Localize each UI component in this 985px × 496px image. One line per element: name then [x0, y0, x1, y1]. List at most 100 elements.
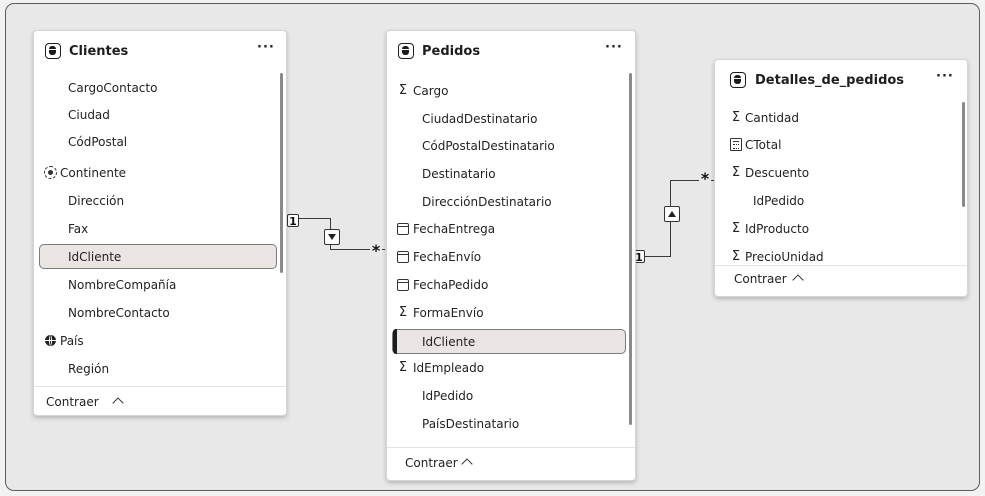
- field-row[interactable]: Continente: [38, 161, 276, 186]
- card-header[interactable]: Clientes ···: [34, 31, 286, 71]
- field-label: FechaPedido: [413, 278, 489, 292]
- field-row-selected[interactable]: IdCliente: [39, 244, 277, 269]
- field-label: FechaEnvío: [413, 250, 482, 264]
- field-label: Descuento: [745, 166, 810, 180]
- field-label: CTotal: [745, 138, 782, 152]
- field-row[interactable]: Fax: [38, 217, 276, 242]
- field-row[interactable]: FechaPedido: [391, 273, 625, 298]
- table-card-clientes[interactable]: Clientes ··· CargoContacto Ciudad CódPos…: [33, 30, 287, 416]
- card-header[interactable]: Detalles_de_pedidos ···: [715, 60, 967, 100]
- cardinality-many-badge: *: [370, 241, 382, 260]
- field-row[interactable]: Σ Cargo: [391, 79, 625, 104]
- field-row[interactable]: País: [38, 329, 276, 354]
- field-row[interactable]: NombreCompañía: [38, 273, 276, 298]
- more-options-icon[interactable]: ···: [605, 40, 623, 55]
- field-label: Ciudad: [68, 108, 110, 122]
- sum-icon: Σ: [731, 165, 741, 180]
- field-row[interactable]: Dirección: [38, 189, 276, 214]
- field-row[interactable]: Σ IdProducto: [719, 217, 957, 242]
- card-header[interactable]: Pedidos ···: [387, 31, 635, 71]
- table-icon: [398, 43, 414, 59]
- field-label: Cargo: [413, 84, 449, 98]
- collapse-button[interactable]: Contraer: [715, 265, 967, 296]
- table-card-pedidos[interactable]: Pedidos ··· Σ Cargo CiudadDestinatario Có…: [386, 30, 636, 481]
- field-row[interactable]: CargoContacto: [38, 76, 276, 101]
- field-row[interactable]: Σ Descuento: [719, 161, 957, 186]
- calendar-icon: [396, 221, 410, 237]
- scrollbar[interactable]: [280, 73, 283, 273]
- chevron-up-icon: [792, 274, 804, 286]
- field-row[interactable]: Σ Cantidad: [719, 106, 957, 131]
- field-label: CódPostal: [68, 135, 128, 149]
- field-row[interactable]: DirecciónDestinatario: [391, 190, 625, 215]
- more-options-icon[interactable]: ···: [936, 69, 954, 84]
- field-label: PrecioUnidad: [745, 250, 824, 263]
- table-icon: [45, 43, 61, 59]
- table-title: Pedidos: [422, 44, 481, 59]
- field-row[interactable]: FechaEntrega: [391, 217, 625, 242]
- field-row[interactable]: Región: [38, 357, 276, 382]
- chevron-up-icon: [112, 397, 124, 409]
- calendar-icon: [396, 277, 410, 293]
- field-row[interactable]: CódPostalDestinatario: [391, 134, 625, 159]
- field-label: País: [60, 334, 84, 348]
- field-label: CódPostalDestinatario: [422, 139, 555, 153]
- hierarchy-icon: [43, 165, 57, 181]
- calculated-column-icon: [729, 137, 743, 153]
- collapse-button[interactable]: Contraer: [387, 447, 635, 478]
- chevron-up-icon: [461, 458, 473, 470]
- more-options-icon[interactable]: ···: [257, 40, 275, 55]
- field-row[interactable]: Σ PrecioUnidad: [719, 245, 957, 263]
- field-label: NombreCompañía: [68, 278, 177, 292]
- field-row[interactable]: IdPedido: [719, 189, 957, 214]
- field-label: CargoContacto: [68, 81, 158, 95]
- scrollbar[interactable]: [962, 102, 965, 207]
- cardinality-many-badge: *: [699, 169, 711, 188]
- field-label: IdCliente: [68, 250, 122, 264]
- field-label: IdPedido: [422, 389, 474, 403]
- field-label: Dirección: [68, 194, 125, 208]
- field-label: Región: [68, 362, 110, 376]
- table-title: Detalles_de_pedidos: [755, 73, 905, 88]
- field-row[interactable]: CTotal: [719, 133, 957, 158]
- field-row[interactable]: NombreContacto: [38, 301, 276, 326]
- field-row[interactable]: CiudadDestinatario: [391, 107, 625, 132]
- table-card-detalles-de-pedidos[interactable]: Detalles_de_pedidos ··· Σ Cantidad CTotal…: [714, 59, 968, 297]
- scrollbar[interactable]: [629, 73, 632, 425]
- field-row-selected[interactable]: IdCliente: [392, 329, 626, 354]
- sum-icon: Σ: [731, 110, 741, 125]
- table-icon: [730, 72, 746, 88]
- sum-icon: Σ: [398, 305, 408, 320]
- sum-icon: Σ: [398, 360, 408, 375]
- field-label: CiudadDestinatario: [422, 112, 538, 126]
- field-label: FechaEntrega: [413, 222, 496, 236]
- field-row[interactable]: PaísDestinatario: [391, 412, 625, 437]
- field-row[interactable]: Σ IdEmpleado: [391, 356, 625, 381]
- filter-direction-up-icon[interactable]: [664, 206, 680, 222]
- field-label: IdCliente: [422, 335, 476, 349]
- collapse-button[interactable]: Contraer: [34, 386, 286, 417]
- sum-icon: Σ: [731, 249, 741, 263]
- field-label: IdProducto: [745, 222, 810, 236]
- calendar-icon: [396, 249, 410, 265]
- filter-direction-down-icon[interactable]: [324, 229, 340, 245]
- table-title: Clientes: [69, 44, 129, 59]
- field-row[interactable]: CódPostal: [38, 130, 276, 155]
- field-row[interactable]: IdPedido: [391, 384, 625, 409]
- sum-icon: Σ: [398, 83, 408, 98]
- field-label: PaísDestinatario: [422, 417, 520, 431]
- field-label: NombreContacto: [68, 306, 170, 320]
- field-label: IdPedido: [753, 194, 805, 208]
- field-row[interactable]: Σ FormaEnvío: [391, 301, 625, 326]
- field-row[interactable]: FechaEnvío: [391, 245, 625, 270]
- sum-icon: Σ: [731, 221, 741, 236]
- field-row[interactable]: Destinatario: [391, 162, 625, 187]
- globe-icon: [43, 333, 57, 349]
- cardinality-one-badge: 1: [287, 214, 299, 228]
- model-canvas[interactable]: 1 * 1 * Clientes ··· CargoContacto Ciuda…: [5, 3, 980, 491]
- collapse-label: Contraer: [405, 456, 458, 470]
- field-row[interactable]: Ciudad: [38, 103, 276, 128]
- field-label: DirecciónDestinatario: [422, 195, 552, 209]
- field-label: IdEmpleado: [413, 361, 485, 375]
- field-label: Cantidad: [745, 111, 799, 125]
